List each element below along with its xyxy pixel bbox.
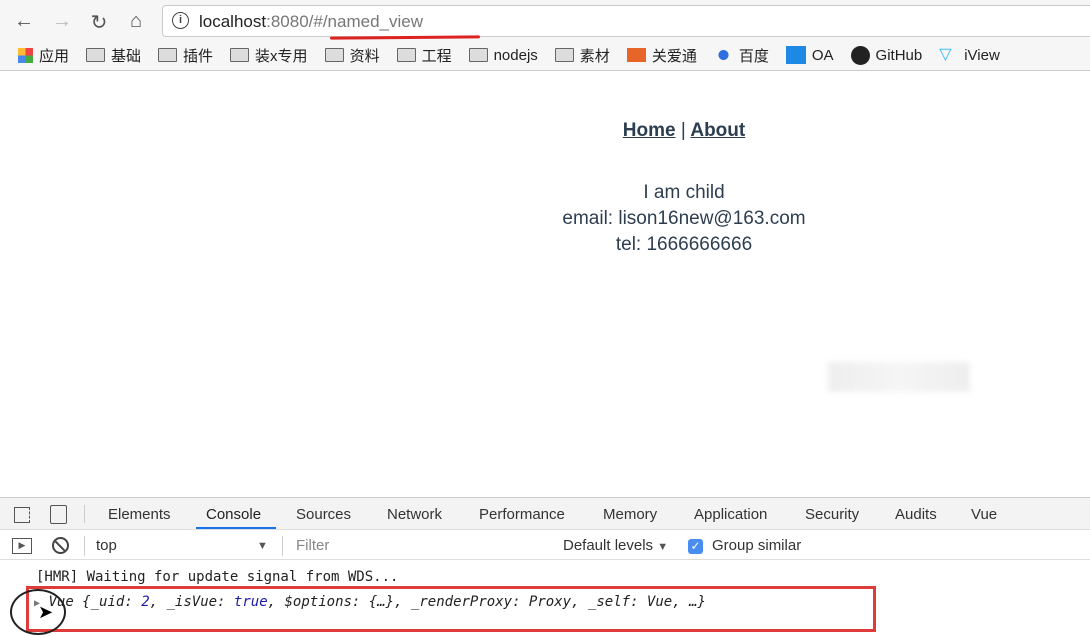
tab-elements[interactable]: Elements: [108, 506, 171, 523]
nav-separator: |: [680, 120, 686, 141]
tab-sources[interactable]: Sources: [296, 506, 351, 523]
context-select[interactable]: top: [96, 537, 117, 554]
tab-application[interactable]: Application: [694, 506, 767, 523]
group-similar-checkbox[interactable]: ✓: [688, 539, 703, 554]
bookmark-0[interactable]: 应用: [18, 45, 69, 66]
tel-text: tel: 1666666666: [615, 234, 753, 255]
bookmarks-bar: 应用 基础 插件 装x专用 资料 工程 nodejs 素材 关爱通 百度 OA GitHub ▽ iVie…: [0, 40, 1090, 71]
back-arrow-icon[interactable]: ←: [12, 10, 36, 33]
tab-performance[interactable]: Performance: [479, 506, 565, 523]
devtools-tabs: Elements Console Sources Network Performance…: [0, 498, 1090, 530]
bookmark-label: 应用: [39, 47, 70, 65]
bookmark-7[interactable]: 素材: [554, 45, 610, 66]
blurred-watermark: [828, 362, 970, 392]
folder-icon: [86, 48, 106, 62]
folder-icon: [554, 48, 574, 62]
url-path: :8080/#/named_view: [266, 12, 423, 31]
folder-icon: [396, 48, 416, 62]
child-text: I am child: [643, 182, 725, 203]
bookmark-label: 资料: [349, 47, 380, 65]
url-text[interactable]: localhost:8080/#/named_view: [199, 12, 423, 32]
filter-input[interactable]: Filter: [296, 537, 329, 554]
device-toolbar-icon[interactable]: [50, 505, 67, 524]
bookmark-9[interactable]: 百度: [713, 45, 769, 66]
forward-arrow-icon[interactable]: →: [50, 10, 74, 33]
bookmark-4[interactable]: 资料: [324, 45, 380, 66]
iview-icon: ▽: [939, 46, 952, 63]
browser-toolbar: ← → ↻ ⌂ i localhost:8080/#/named_view: [0, 0, 1090, 42]
bookmark-label: 素材: [579, 47, 610, 65]
bookmark-label: 基础: [111, 47, 142, 65]
bookmark-label: 工程: [421, 47, 452, 65]
about-link[interactable]: About: [690, 120, 745, 141]
bookmark-12[interactable]: ▽ iView: [939, 47, 1000, 64]
tab-memory[interactable]: Memory: [603, 506, 657, 523]
url-host: localhost: [199, 12, 267, 31]
levels-select[interactable]: Default levels ▼: [563, 537, 668, 554]
divider: [84, 536, 85, 556]
folder-icon: [468, 48, 488, 62]
reload-icon[interactable]: ↻: [87, 10, 111, 35]
router-nav: Home | About: [0, 120, 1090, 142]
clear-console-icon[interactable]: [52, 537, 69, 554]
bookmark-10[interactable]: OA: [785, 46, 834, 64]
context-dropdown-icon[interactable]: ▼: [257, 540, 268, 552]
divider: [282, 536, 283, 556]
baidu-paw-icon: [713, 48, 733, 62]
devtools-panel: Elements Console Sources Network Performance…: [0, 497, 1090, 637]
tab-vue[interactable]: Vue: [971, 506, 997, 523]
mouse-cursor-icon: ➤: [38, 602, 54, 622]
bookmark-3[interactable]: 装x专用: [230, 45, 308, 66]
group-similar-label: Group similar: [712, 537, 802, 554]
info-icon[interactable]: i: [172, 12, 189, 29]
bookmark-label: OA: [811, 46, 834, 64]
red-box-annotation: [26, 586, 876, 632]
oai-icon: [626, 48, 646, 62]
bookmark-label: GitHub: [875, 46, 923, 64]
tab-network[interactable]: Network: [387, 506, 442, 523]
tab-audits[interactable]: Audits: [895, 506, 937, 523]
console-toolbar: ▶ top ▼ Filter Default levels ▼ ✓ Group …: [0, 532, 1090, 560]
bookmark-11[interactable]: GitHub: [850, 45, 923, 65]
tab-security[interactable]: Security: [805, 506, 859, 523]
bookmark-label: 百度: [738, 47, 769, 65]
levels-label: Default levels: [563, 537, 654, 554]
bookmark-label: 装x专用: [255, 47, 308, 65]
hmr-log-line: [HMR] Waiting for update signal from WDS…: [36, 569, 399, 585]
home-icon[interactable]: ⌂: [124, 10, 148, 33]
folder-icon: [324, 48, 344, 62]
apps-grid-icon: [18, 47, 33, 63]
bookmark-1[interactable]: 基础: [86, 45, 141, 66]
tab-console[interactable]: Console: [206, 506, 261, 523]
bookmark-label: 关爱通: [651, 47, 697, 65]
address-bar[interactable]: i localhost:8080/#/named_view: [162, 5, 1090, 37]
email-text: email: lison16new@163.com: [562, 208, 806, 229]
red-underline-annotation: [329, 35, 481, 40]
divider: [84, 505, 85, 523]
page-content: Home | About I am child email: lison16ne…: [0, 72, 1090, 497]
bookmark-8[interactable]: 关爱通: [626, 45, 697, 66]
t-icon: [785, 46, 806, 64]
folder-icon: [230, 48, 250, 62]
sidebar-toggle-icon[interactable]: ▶: [12, 538, 32, 554]
bookmark-2[interactable]: 插件: [158, 45, 213, 66]
active-tab-indicator: [196, 527, 276, 529]
inspect-element-icon[interactable]: [14, 507, 30, 523]
bookmark-label: 插件: [183, 47, 214, 65]
home-link[interactable]: Home: [623, 120, 676, 141]
bookmark-label: nodejs: [493, 46, 538, 64]
folder-icon: [158, 48, 178, 62]
bookmark-label: iView: [964, 46, 1000, 64]
bookmark-5[interactable]: 工程: [396, 45, 452, 66]
github-icon: [850, 45, 870, 65]
levels-dropdown-icon: ▼: [657, 541, 669, 553]
bookmark-6[interactable]: nodejs: [468, 46, 538, 64]
